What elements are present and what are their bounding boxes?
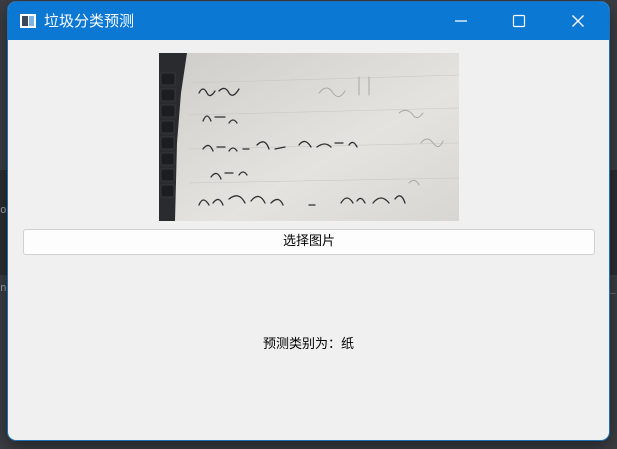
preview-image: [159, 53, 459, 221]
select-image-button[interactable]: 选择图片: [23, 229, 595, 255]
close-button[interactable]: [549, 2, 607, 40]
minimize-button[interactable]: [432, 2, 490, 40]
prediction-value: 纸: [341, 337, 355, 352]
handwritten-notes-photo: [159, 53, 459, 221]
background-text-fragment: _(: [609, 281, 617, 294]
background-text-fragment: n: [0, 281, 7, 294]
maximize-icon: [512, 14, 526, 28]
app-icon: [20, 14, 36, 28]
app-window: 垃圾分类预测 选择图片 预测类别为：纸: [8, 2, 609, 440]
prediction-label: 预测类别为：: [262, 337, 341, 352]
close-icon: [572, 15, 584, 27]
prediction-result: 预测类别为：纸: [8, 336, 609, 354]
titlebar[interactable]: 垃圾分类预测: [8, 2, 609, 40]
maximize-button[interactable]: [490, 2, 548, 40]
minimize-icon: [455, 20, 467, 22]
window-title: 垃圾分类预测: [44, 12, 135, 30]
